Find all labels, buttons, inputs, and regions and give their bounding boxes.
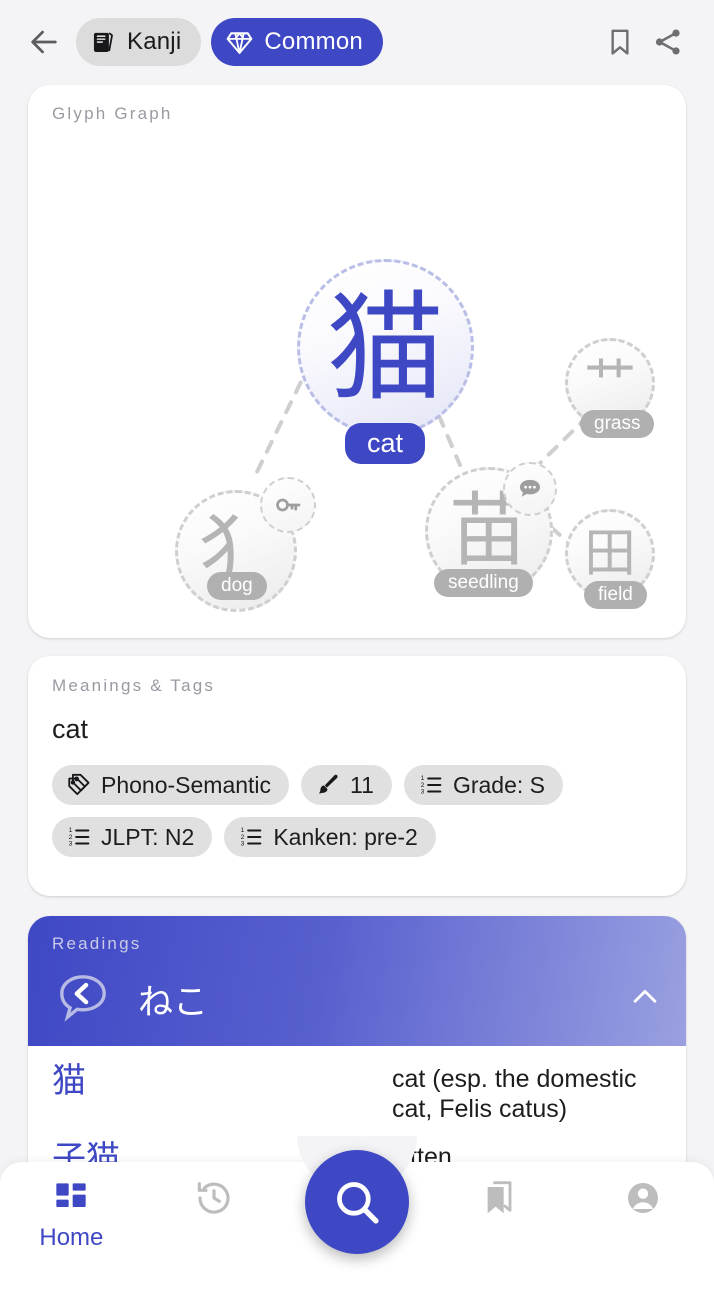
numbered-list-icon: 1 2 3 <box>69 827 90 848</box>
back-button[interactable] <box>22 20 66 64</box>
search-icon <box>337 1182 379 1224</box>
chip-common[interactable]: Common <box>211 18 383 66</box>
nav-item-home-label: Home <box>39 1224 104 1251</box>
tag-kanken[interactable]: 1 2 3 Kanken: pre-2 <box>224 817 436 857</box>
share-icon <box>655 29 680 55</box>
graph-badge-key[interactable] <box>260 477 316 533</box>
list-item[interactable]: 猫 cat (esp. the domestic cat, Felis catu… <box>28 1046 686 1124</box>
readings-collapse-button[interactable] <box>628 980 662 1019</box>
book-icon <box>93 31 113 52</box>
tag-stroke-count[interactable]: 11 <box>301 765 392 805</box>
graph-node-field-glyph: 田 <box>583 524 636 584</box>
brush-icon <box>319 774 338 794</box>
chevron-up-icon <box>633 989 657 1003</box>
graph-node-grass-label: grass <box>580 410 655 438</box>
tag-row: Phono-Semantic 11 1 2 3 Grade: S 1 2 3 J… <box>52 765 662 857</box>
bookmark-button[interactable] <box>596 18 644 66</box>
svg-text:3: 3 <box>241 841 245 848</box>
word-english: cat (esp. the domestic cat, Felis catus) <box>392 1065 637 1123</box>
diamond-icon <box>227 31 253 54</box>
chip-kanji-label: Kanji <box>127 28 182 55</box>
graph-badge-speech[interactable] <box>503 462 557 516</box>
tag-jlpt-label: JLPT: N2 <box>101 823 195 850</box>
app-root: Kanji Common Glyph Graph 猫 cat 犭 dog 苗 s… <box>0 0 714 1302</box>
numbered-list-icon: 1 2 3 <box>421 775 442 796</box>
tag-phono-semantic[interactable]: Phono-Semantic <box>52 765 290 805</box>
nav-item-home[interactable]: Home <box>0 1178 143 1252</box>
dashboard-icon <box>56 1183 87 1207</box>
svg-text:3: 3 <box>69 841 73 848</box>
tag-phono-semantic-label: Phono-Semantic <box>101 771 272 798</box>
graph-node-dog-label: dog <box>207 572 267 600</box>
svg-text:3: 3 <box>421 789 425 796</box>
reading-row: ねこ <box>52 968 662 1030</box>
reading-kana: ねこ <box>138 982 209 1023</box>
readings-title: Readings <box>52 934 142 953</box>
chip-kanji[interactable]: Kanji <box>76 18 202 66</box>
glyph-graph-card: Glyph Graph 猫 cat 犭 dog 苗 seedling 艹 gra… <box>28 85 686 638</box>
speech-bubble-icon <box>519 479 541 497</box>
graph-node-cat[interactable]: 猫 <box>297 259 474 436</box>
arrow-left-icon <box>31 30 57 54</box>
graph-node-cat-glyph: 猫 <box>326 278 445 417</box>
tag-grade[interactable]: 1 2 3 Grade: S <box>403 765 563 805</box>
tag-kanken-label: Kanken: pre-2 <box>273 823 418 850</box>
tag-jlpt[interactable]: 1 2 3 JLPT: N2 <box>52 817 213 857</box>
graph-node-field-label: field <box>584 581 647 609</box>
readings-header[interactable]: Readings ねこ <box>28 916 686 1046</box>
glyph-graph-canvas[interactable]: 猫 cat 犭 dog 苗 seedling 艹 grass 田 field <box>28 85 686 638</box>
kun-reading-bubble-icon <box>60 975 106 1022</box>
search-fab[interactable] <box>305 1150 409 1254</box>
nav-item-history[interactable] <box>143 1178 286 1224</box>
meanings-tags-card: Meanings & Tags cat Phono-Semantic 11 1 … <box>28 656 686 896</box>
meanings-title: Meanings & Tags <box>52 676 216 695</box>
primary-meaning: cat <box>52 714 89 744</box>
graph-node-seedling-label: seedling <box>434 569 533 597</box>
numbered-list-icon: 1 2 3 <box>241 827 262 848</box>
share-button[interactable] <box>644 18 692 66</box>
history-icon <box>197 1182 230 1214</box>
tags-icon <box>68 773 90 796</box>
key-icon <box>276 498 301 512</box>
top-app-bar: Kanji Common <box>0 0 714 84</box>
graph-node-cat-label: cat <box>345 423 426 464</box>
word-japanese: 猫 <box>52 1061 86 1101</box>
tag-stroke-count-label: 11 <box>350 771 374 798</box>
bookmark-icon <box>611 29 629 55</box>
chip-common-label: Common <box>264 28 363 55</box>
account-icon <box>627 1183 658 1213</box>
graph-node-grass-glyph: 艹 <box>583 353 636 413</box>
nav-item-account[interactable] <box>571 1178 714 1224</box>
collections-icon <box>487 1181 512 1214</box>
tag-grade-label: Grade: S <box>452 771 545 798</box>
nav-item-collections[interactable] <box>428 1178 571 1224</box>
edge-seedling-grass <box>531 418 586 472</box>
